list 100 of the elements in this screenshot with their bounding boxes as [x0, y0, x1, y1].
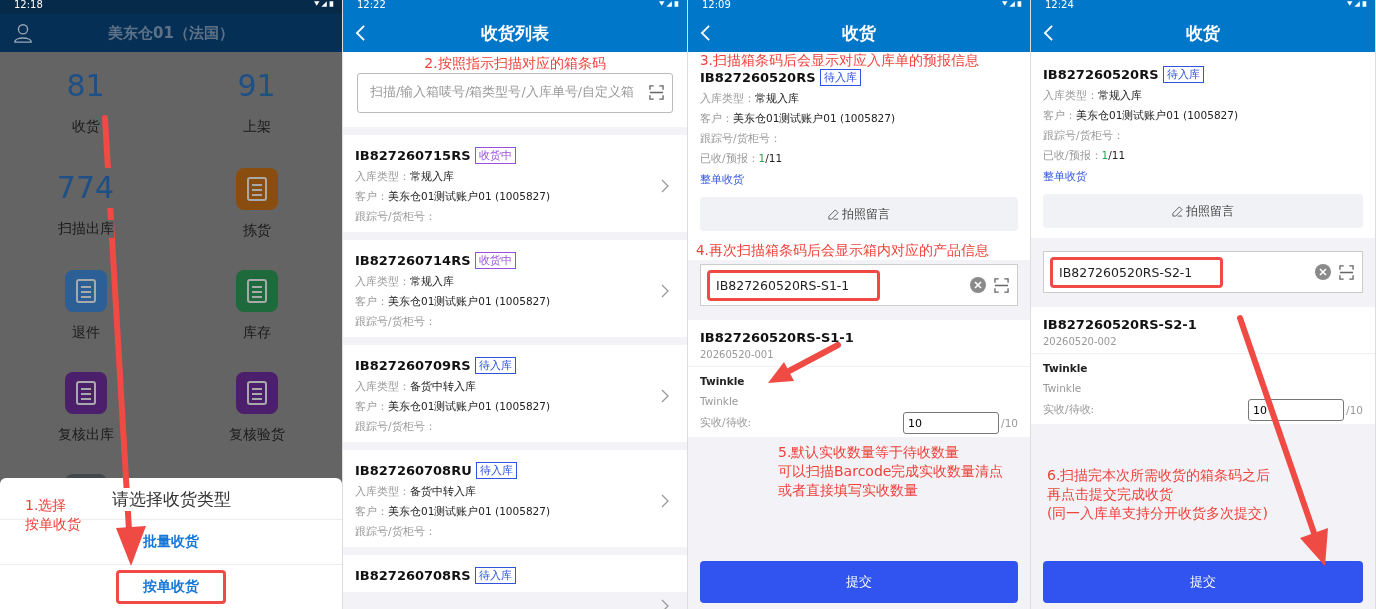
scan-field[interactable]: IB827260520RS-S1-1: [700, 264, 1018, 306]
product-sku: Twinkle: [1043, 382, 1083, 394]
status-tag: 待入库: [475, 461, 517, 479]
annotation-text: 4.再次扫描箱条码后会显示箱内对应的产品信息: [688, 241, 1030, 260]
photo-note-button[interactable]: 拍照留言: [700, 197, 1018, 231]
photo-note-button[interactable]: 拍照留言: [1043, 194, 1363, 228]
signal-icon: [1347, 0, 1369, 8]
receive-all-link[interactable]: 整单收货: [700, 172, 1018, 187]
clear-icon[interactable]: [970, 277, 986, 293]
expected-count: /11: [1108, 149, 1126, 161]
field-value: 备货中转入库: [410, 484, 476, 499]
back-icon[interactable]: [355, 24, 366, 42]
field-label: 入库类型：: [700, 92, 755, 106]
field-label: 客户：: [700, 112, 733, 126]
app-icon[interactable]: [64, 372, 107, 414]
product-sku: Twinkle: [700, 395, 740, 407]
received-count: 1: [1101, 149, 1109, 161]
status-time: 12:22: [357, 0, 386, 10]
status-tag: 待入库: [819, 69, 861, 86]
sheet-option[interactable]: 批量收货: [116, 525, 226, 559]
page-title: 收货: [1186, 21, 1220, 45]
chevron-right-icon: [661, 493, 669, 508]
back-icon[interactable]: [1043, 24, 1054, 42]
tile-label[interactable]: 库存: [242, 324, 271, 342]
app-icon[interactable]: [235, 270, 278, 312]
annotation-text: 再点击提交完成收货: [1047, 484, 1174, 504]
scan-field[interactable]: IB827260520RS-S2-1: [1043, 251, 1363, 293]
box-number: IB827260520RS-S1-1: [700, 330, 855, 345]
status-tag: 收货中: [474, 146, 516, 164]
quantity-total: /10: [1346, 404, 1363, 416]
warehouse-title: 美东仓01（法国）: [108, 23, 234, 43]
tile-label[interactable]: 收货: [71, 118, 100, 136]
order-card[interactable]: IB827260715RS 收货中 入库类型：常规入库 客户：美东仓01测试账户01 (1005827) 跟踪号/货柜号：: [343, 134, 687, 232]
quantity-field[interactable]: 10: [1248, 399, 1345, 421]
order-number: IB827260520RS: [1043, 67, 1159, 82]
field-label: 跟踪号/货柜号：: [1043, 129, 1124, 143]
field-label: 跟踪号/货柜号：: [355, 524, 436, 539]
product-name: Twinkle: [700, 375, 746, 387]
field-label: 客户：: [355, 189, 388, 204]
batch-number: 20260520-002: [1043, 336, 1118, 349]
app-icon[interactable]: [235, 372, 278, 414]
tile-label[interactable]: 复核出库: [57, 426, 114, 444]
tile-label[interactable]: 上架: [242, 118, 271, 136]
field-label: 已收/预报：: [1043, 149, 1102, 163]
annotation-text: (同一入库单支持分开收货多次提交): [1047, 503, 1269, 523]
back-icon[interactable]: [700, 24, 711, 42]
signal-icon: [1002, 0, 1024, 8]
field-value: 常规入库: [1098, 89, 1142, 103]
scan-icon[interactable]: [1339, 264, 1354, 280]
field-value: 美东仓01测试账户01 (1005827): [388, 504, 550, 519]
field-label: 客户：: [1043, 109, 1076, 123]
signal-icon: [314, 0, 336, 8]
sheet-option[interactable]: 按单收货: [116, 570, 226, 604]
field-label: 客户：: [355, 504, 388, 519]
page-title: 收货列表: [481, 21, 549, 45]
tile-label[interactable]: 退件: [71, 324, 100, 342]
pen-icon: [1172, 205, 1183, 217]
status-time: 12:18: [14, 0, 43, 10]
submit-button[interactable]: 提交: [1043, 561, 1363, 603]
annotation-text: 1.选择: [25, 496, 68, 515]
field-label: 入库类型：: [355, 379, 410, 394]
order-card[interactable]: IB827260709RS 待入库 入库类型：备货中转入库 客户：美东仓01测试账户01 (1005827) 跟踪号/货柜号：: [343, 344, 687, 442]
scan-icon[interactable]: [994, 277, 1009, 293]
received-count: 1: [758, 152, 766, 164]
annotation-text: 3.扫描箱条码后会显示对应入库单的预报信息: [700, 52, 980, 69]
field-value: 美东仓01测试账户01 (1005827): [388, 294, 550, 309]
user-icon[interactable]: [12, 22, 34, 44]
clear-icon[interactable]: [1315, 264, 1331, 280]
app-icon[interactable]: [64, 270, 107, 312]
annotation-text: 按单收货: [25, 514, 81, 534]
chevron-right-icon: [661, 283, 669, 298]
scan-icon[interactable]: [649, 85, 664, 101]
box-number: IB827260520RS-S2-1: [1043, 317, 1198, 332]
app-icon[interactable]: [235, 168, 278, 210]
submit-button[interactable]: 提交: [700, 561, 1018, 603]
order-number: IB827260714RS: [355, 252, 471, 268]
field-value: 美东仓01测试账户01 (1005827): [733, 112, 895, 126]
order-number: IB827260708RS: [355, 567, 471, 583]
sheet-title: 请选择收货类型: [111, 488, 231, 511]
order-card[interactable]: IB827260708RU 待入库 入库类型：备货中转入库 客户：美东仓01测试账户01 (1005827) 跟踪号/货柜号：: [343, 449, 687, 547]
page-title: 收货: [842, 21, 876, 45]
search-field[interactable]: 扫描/输入箱唛号/箱类型号/入库单号/自定义箱: [357, 72, 673, 113]
annotation-text: 5.默认实收数量等于待收数量: [778, 443, 961, 462]
status-tag: 待入库: [474, 566, 516, 584]
tile-label[interactable]: 复核验货: [228, 426, 285, 444]
chevron-right-icon: [661, 178, 669, 193]
field-label: 跟踪号/货柜号：: [355, 314, 436, 329]
quantity-field[interactable]: 10: [903, 412, 1000, 434]
field-label: 已收/预报：: [700, 152, 759, 166]
status-time: 12:09: [702, 0, 731, 10]
field-label: 跟踪号/货柜号：: [355, 419, 436, 434]
tile-label[interactable]: 拣货: [242, 222, 271, 240]
receive-all-link[interactable]: 整单收货: [1043, 169, 1363, 184]
order-number: IB827260708RU: [355, 462, 472, 478]
field-value: 备货中转入库: [410, 379, 476, 394]
expected-count: /11: [765, 152, 783, 164]
tile-label[interactable]: 扫描出库: [57, 220, 114, 238]
status-time: 12:24: [1045, 0, 1074, 10]
pen-icon: [828, 208, 839, 220]
order-card[interactable]: IB827260714RS 收货中 入库类型：常规入库 客户：美东仓01测试账户01 (1005827) 跟踪号/货柜号：: [343, 239, 687, 337]
